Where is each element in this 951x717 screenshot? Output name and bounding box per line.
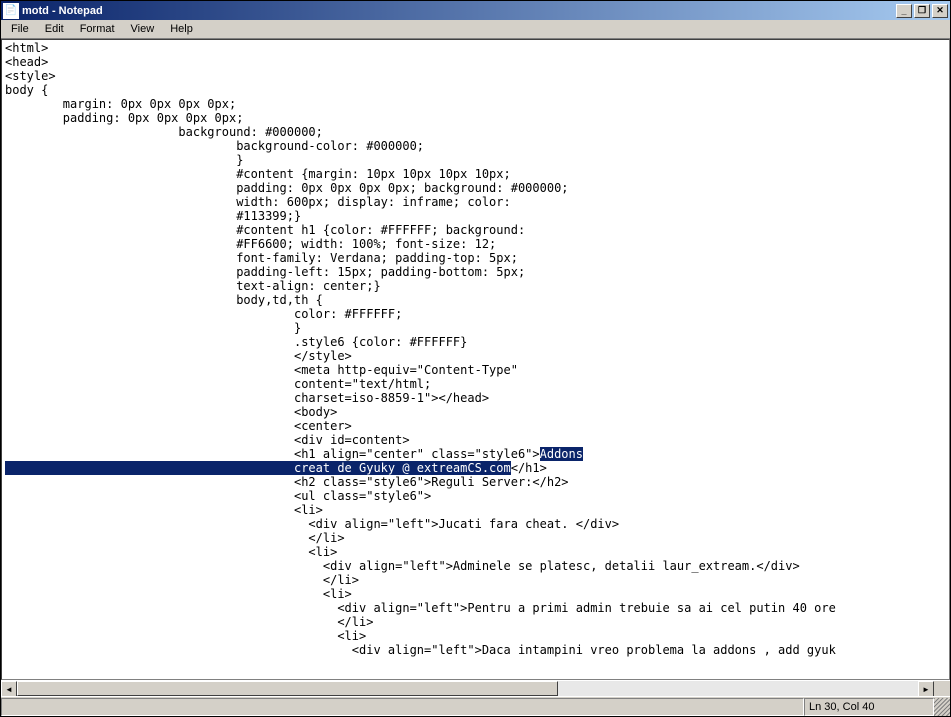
code-line[interactable]: <center> (5, 419, 946, 433)
app-icon: 📄 (3, 3, 19, 19)
menu-help[interactable]: Help (162, 21, 201, 37)
code-line[interactable]: padding: 0px 0px 0px 0px; (5, 111, 946, 125)
code-line[interactable]: content="text/html; (5, 377, 946, 391)
menu-file[interactable]: File (3, 21, 37, 37)
code-line[interactable]: <style> (5, 69, 946, 83)
code-line[interactable]: <meta http-equiv="Content-Type" (5, 363, 946, 377)
titlebar[interactable]: 📄 motd - Notepad _ ❐ ✕ (1, 1, 950, 20)
code-line[interactable]: <div align="left">Daca intampini vreo pr… (5, 643, 946, 657)
code-line[interactable]: <div align="left">Adminele se platesc, d… (5, 559, 946, 573)
window-controls: _ ❐ ✕ (896, 4, 948, 18)
statusbar: Ln 30, Col 40 (1, 696, 950, 716)
code-line[interactable]: #FF6600; width: 100%; font-size: 12; (5, 237, 946, 251)
menu-format[interactable]: Format (72, 21, 123, 37)
code-line[interactable]: creat de Gyuky @ extreamCS.com</h1> (5, 461, 946, 475)
code-line[interactable]: </li> (5, 531, 946, 545)
status-cursor-position: Ln 30, Col 40 (804, 698, 934, 716)
menu-view[interactable]: View (123, 21, 163, 37)
text-editor[interactable]: <html><head><style>body { margin: 0px 0p… (1, 39, 950, 680)
code-line[interactable]: <h1 align="center" class="style6">Addons (5, 447, 946, 461)
window-title: motd - Notepad (22, 5, 896, 17)
code-line[interactable]: color: #FFFFFF; (5, 307, 946, 321)
code-line[interactable]: background: #000000; (5, 125, 946, 139)
text-selection[interactable]: Addons (540, 447, 583, 461)
code-line[interactable]: background-color: #000000; (5, 139, 946, 153)
scroll-left-button[interactable]: ◄ (1, 681, 17, 697)
code-line[interactable]: <body> (5, 405, 946, 419)
code-line[interactable]: <li> (5, 587, 946, 601)
code-line[interactable]: <ul class="style6"> (5, 489, 946, 503)
code-line[interactable]: <div align="left">Pentru a primi admin t… (5, 601, 946, 615)
code-line[interactable]: <div id=content> (5, 433, 946, 447)
code-line[interactable]: body { (5, 83, 946, 97)
code-line[interactable]: <li> (5, 629, 946, 643)
code-line[interactable]: <head> (5, 55, 946, 69)
code-line[interactable]: <html> (5, 41, 946, 55)
code-line[interactable]: <li> (5, 503, 946, 517)
code-line[interactable]: .style6 {color: #FFFFFF} (5, 335, 946, 349)
code-line[interactable]: font-family: Verdana; padding-top: 5px; (5, 251, 946, 265)
status-panel-left (1, 698, 804, 716)
minimize-button[interactable]: _ (896, 4, 912, 18)
close-button[interactable]: ✕ (932, 4, 948, 18)
menu-edit[interactable]: Edit (37, 21, 72, 37)
text-selection[interactable]: creat de Gyuky @ extreamCS.com (5, 461, 511, 475)
maximize-button[interactable]: ❐ (914, 4, 930, 18)
code-line[interactable]: </li> (5, 615, 946, 629)
code-line[interactable]: #content h1 {color: #FFFFFF; background: (5, 223, 946, 237)
code-line[interactable]: body,td,th { (5, 293, 946, 307)
code-line[interactable]: charset=iso-8859-1"></head> (5, 391, 946, 405)
scroll-track[interactable] (17, 681, 918, 696)
code-line[interactable]: <div align="left">Jucati fara cheat. </d… (5, 517, 946, 531)
code-line[interactable]: #content {margin: 10px 10px 10px 10px; (5, 167, 946, 181)
editor-content[interactable]: <html><head><style>body { margin: 0px 0p… (2, 40, 949, 679)
code-line[interactable]: } (5, 321, 946, 335)
code-line[interactable]: </li> (5, 573, 946, 587)
horizontal-scrollbar: ◄ ► (1, 680, 950, 696)
notepad-window: 📄 motd - Notepad _ ❐ ✕ File Edit Format … (0, 0, 951, 717)
code-line[interactable]: <li> (5, 545, 946, 559)
code-line[interactable]: #113399;} (5, 209, 946, 223)
menubar: File Edit Format View Help (1, 20, 950, 39)
code-line[interactable]: margin: 0px 0px 0px 0px; (5, 97, 946, 111)
code-line[interactable]: padding-left: 15px; padding-bottom: 5px; (5, 265, 946, 279)
scroll-right-button[interactable]: ► (918, 681, 934, 697)
resize-grip[interactable] (934, 698, 950, 716)
code-line[interactable]: </style> (5, 349, 946, 363)
code-line[interactable]: padding: 0px 0px 0px 0px; background: #0… (5, 181, 946, 195)
code-line[interactable]: width: 600px; display: inframe; color: (5, 195, 946, 209)
scroll-thumb[interactable] (17, 681, 558, 696)
scroll-corner (934, 681, 950, 697)
code-line[interactable]: <h2 class="style6">Reguli Server:</h2> (5, 475, 946, 489)
code-line[interactable]: text-align: center;} (5, 279, 946, 293)
code-line[interactable]: } (5, 153, 946, 167)
